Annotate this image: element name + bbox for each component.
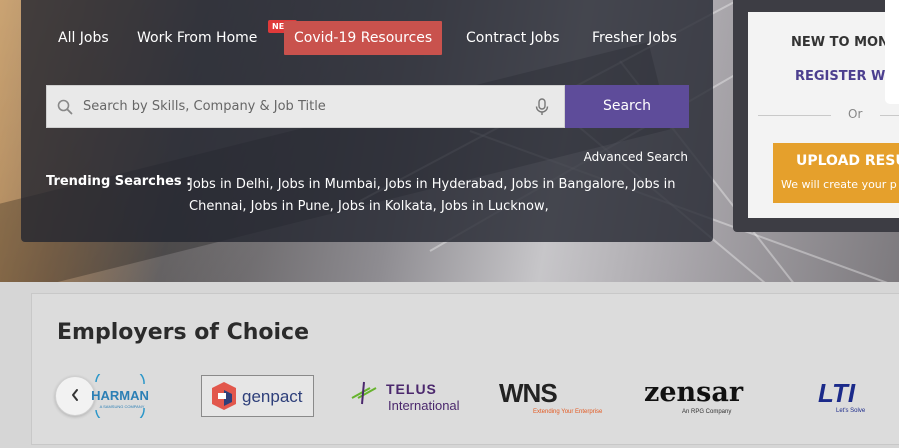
trending-link[interactable]: Jobs in Pune,	[251, 199, 334, 214]
tab-work-from-home[interactable]: Work From Home	[137, 21, 257, 55]
advanced-search-link[interactable]: Advanced Search	[560, 150, 688, 164]
trending-searches-label: Trending Searches :	[46, 174, 192, 189]
tab-contract-jobs[interactable]: Contract Jobs	[466, 21, 560, 55]
tab-fresher-jobs[interactable]: Fresher Jobs	[592, 21, 677, 55]
trending-link[interactable]: Jobs in Delhi,	[189, 177, 274, 192]
employer-logo-wns[interactable]: WNS Extending Your Enterprise	[499, 374, 607, 418]
chevron-left-icon	[70, 387, 80, 406]
trending-searches-list: Jobs in Delhi, Jobs in Mumbai, Jobs in H…	[189, 174, 679, 218]
trending-link[interactable]: Jobs in Lucknow,	[441, 199, 549, 214]
microphone-icon[interactable]	[520, 97, 564, 116]
employer-logo-zensar[interactable]: zensar An RPG Company	[642, 374, 757, 418]
trending-link[interactable]: Jobs in Mumbai,	[278, 177, 381, 192]
lti-tagline: Let's Solve	[836, 408, 866, 414]
trending-link[interactable]: Jobs in Kolkata,	[338, 199, 437, 214]
zensar-wordmark: zensar	[644, 377, 744, 408]
employers-title: Employers of Choice	[57, 320, 309, 345]
wns-tagline: Extending Your Enterprise	[533, 409, 603, 415]
telus-wordmark: TELUS	[386, 381, 437, 397]
harman-wordmark: HARMAN	[91, 388, 149, 403]
employer-logo-genpact[interactable]: genpact	[201, 375, 314, 417]
upload-resume-button[interactable]: UPLOAD RESUM We will create your p	[773, 143, 899, 203]
register-card: NEW TO MONS REGISTER WIT Or UPLOAD RESUM…	[748, 12, 899, 218]
search-input[interactable]	[83, 86, 520, 127]
zensar-tagline: An RPG Company	[682, 409, 731, 415]
carousel-prev-button[interactable]	[55, 376, 95, 416]
trending-link[interactable]: Jobs in Hyderabad,	[385, 177, 508, 192]
harman-tagline: A SAMSUNG COMPANY	[100, 404, 145, 409]
employer-logo-telus[interactable]: TELUS International	[350, 374, 462, 418]
search-icon	[47, 99, 83, 115]
trending-link[interactable]: Jobs in Bangalore,	[512, 177, 629, 192]
employer-logo-lti[interactable]: LTI Let's Solve	[816, 374, 876, 418]
register-link[interactable]: REGISTER WIT	[795, 69, 899, 84]
employer-logo-harman[interactable]: HARMAN A SAMSUNG COMPANY	[90, 374, 150, 418]
search-box	[46, 85, 565, 128]
lti-wordmark: LTI	[818, 378, 856, 408]
upload-resume-label: UPLOAD RESUM	[796, 153, 899, 169]
genpact-wordmark: genpact	[242, 387, 303, 406]
employers-section: Employers of Choice HARMAN A SAMSUNG COM…	[31, 293, 899, 445]
search-button[interactable]: Search	[565, 85, 689, 128]
register-heading: NEW TO MONS	[791, 35, 899, 50]
divider	[880, 115, 899, 116]
upload-resume-subtext: We will create your p	[781, 178, 897, 191]
or-label: Or	[848, 107, 863, 121]
tab-all-jobs[interactable]: All Jobs	[58, 21, 109, 55]
popup-card-edge	[885, 0, 899, 104]
tab-covid-19-resources[interactable]: Covid-19 Resources	[284, 21, 443, 55]
telus-tagline: International	[388, 398, 460, 413]
wns-wordmark: WNS	[499, 378, 557, 408]
divider	[758, 115, 831, 116]
